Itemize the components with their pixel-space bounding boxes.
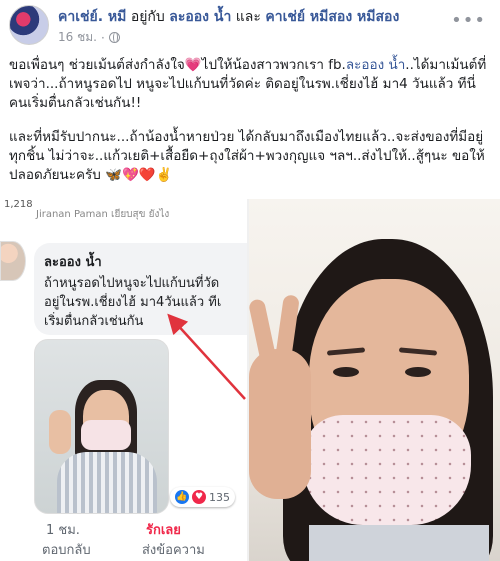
post-paragraph-1: ขอเพื่อนๆ ช่วยเม้นต์ส่งกำลังใจ💗ไปให้น้อง… — [9, 56, 493, 113]
comment-reaction-count: 135 — [209, 490, 230, 504]
paragraph1-a: ขอเพื่อนๆ ช่วยเม้นต์ส่งกำลังใจ — [9, 57, 185, 73]
shirt — [309, 525, 489, 561]
post-text: ขอเพื่อนๆ ช่วยเม้นต์ส่งกำลังใจ💗ไปให้น้อง… — [9, 56, 493, 185]
author-name[interactable]: คาเช่ย์. หมี — [58, 9, 126, 25]
comment-screenshot-photo[interactable]: 1,218 Jiranan Paman เยียบสุข ยังไง ละออง… — [0, 199, 247, 561]
top-reaction-count: 1,218 — [4, 199, 33, 210]
post-time[interactable]: 16 ชม. — [58, 28, 97, 47]
face-mask — [303, 415, 471, 525]
heart-emoji: 💗 — [184, 57, 202, 73]
post-meta: 16 ชม. · — [58, 28, 120, 47]
right-eye — [405, 367, 431, 377]
comment-line-1: ถ้าหนูรอดไปหนูจะไปแก้บนที่วัด — [44, 276, 220, 291]
like-icon: 👍 — [175, 490, 189, 504]
comment-time: 1 ชม. — [46, 523, 80, 538]
peace-hand — [49, 410, 71, 454]
peace-hand — [249, 349, 311, 499]
send-message-action: ส่งข้อความ — [142, 543, 205, 558]
comment-line-2: อยู่ในรพ.เชี่ยงไฮ้ มา4วันแล้ว ทีเ — [44, 295, 222, 310]
cut-commenter-name: Jiranan Paman เยียบสุข ยังไง — [36, 209, 170, 220]
shirt — [57, 452, 157, 513]
comment-bubble: ละออง น้ำ ถ้าหนูรอดไปหนูจะไปแก้บนที่วัด … — [34, 243, 247, 335]
dot-separator: · — [100, 30, 105, 45]
paragraph1-b: ไปให้น้องสาวพวกเรา fb. — [201, 57, 346, 73]
comment-reactions: 👍 ♥ 135 — [170, 487, 235, 507]
photo-grid[interactable]: 1,218 Jiranan Paman เยียบสุข ยังไง ละออง… — [0, 199, 500, 561]
comment-attached-photo — [34, 339, 169, 514]
face-mask — [81, 420, 131, 450]
commenter-avatar — [0, 241, 26, 281]
love-action: รักเลย — [146, 523, 181, 538]
tagged-person-1[interactable]: ละออง น้ำ — [169, 9, 231, 25]
post-header: คาเช่ย์. หมี อยู่กับ ละออง น้ำ และ คาเช่… — [0, 0, 500, 50]
comment-line-3: เริ่มตื่นกลัวเช่นกัน — [44, 314, 144, 329]
with-text: อยู่กับ — [126, 9, 170, 25]
tagged-person-2[interactable]: คาเช่ย์ หมีสอง หมีสอง — [265, 9, 399, 25]
author-line: คาเช่ย์. หมี อยู่กับ ละออง น้ำ และ คาเช่… — [58, 6, 399, 28]
left-eye — [333, 367, 359, 377]
facebook-post: คาเช่ย์. หมี อยู่กับ ละออง น้ำ และ คาเช่… — [0, 0, 500, 561]
post-paragraph-2: และที่หมีรับปากนะ...ถ้าน้องน้ำหายป่วย ได… — [9, 129, 485, 183]
index-finger — [249, 298, 279, 370]
commenter-name: ละออง น้ำ — [44, 255, 102, 270]
selfie-photo[interactable] — [249, 199, 500, 561]
reply-action: ตอบกลับ — [42, 543, 91, 558]
more-dots-icon[interactable]: ••• — [451, 10, 486, 31]
tagged-link[interactable]: ละออง น้ำ — [346, 57, 405, 73]
author-avatar[interactable] — [9, 5, 49, 45]
globe-icon — [108, 32, 120, 43]
and-text: และ — [231, 9, 266, 25]
love-icon: ♥ — [192, 490, 206, 504]
